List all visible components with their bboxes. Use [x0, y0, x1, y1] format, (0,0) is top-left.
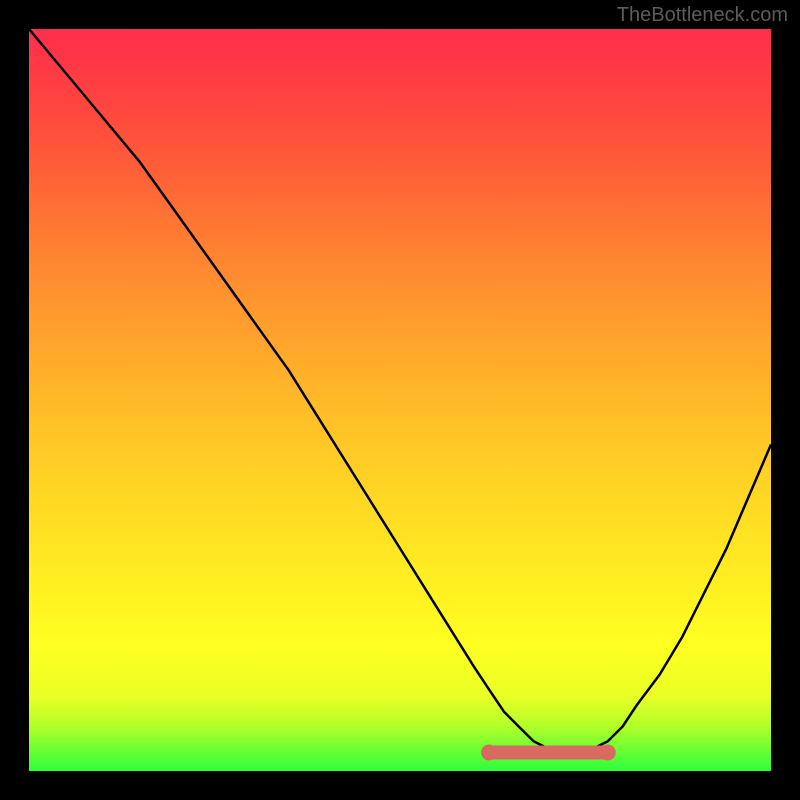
bottleneck-chart [29, 29, 771, 771]
chart-frame: TheBottleneck.com [0, 0, 800, 800]
sweet-spot-end-dot [600, 744, 616, 760]
watermark-text: TheBottleneck.com [617, 4, 788, 27]
bottleneck-curve-line [29, 29, 771, 756]
plot-area [29, 29, 771, 771]
sweet-spot-start-dot [481, 744, 497, 760]
